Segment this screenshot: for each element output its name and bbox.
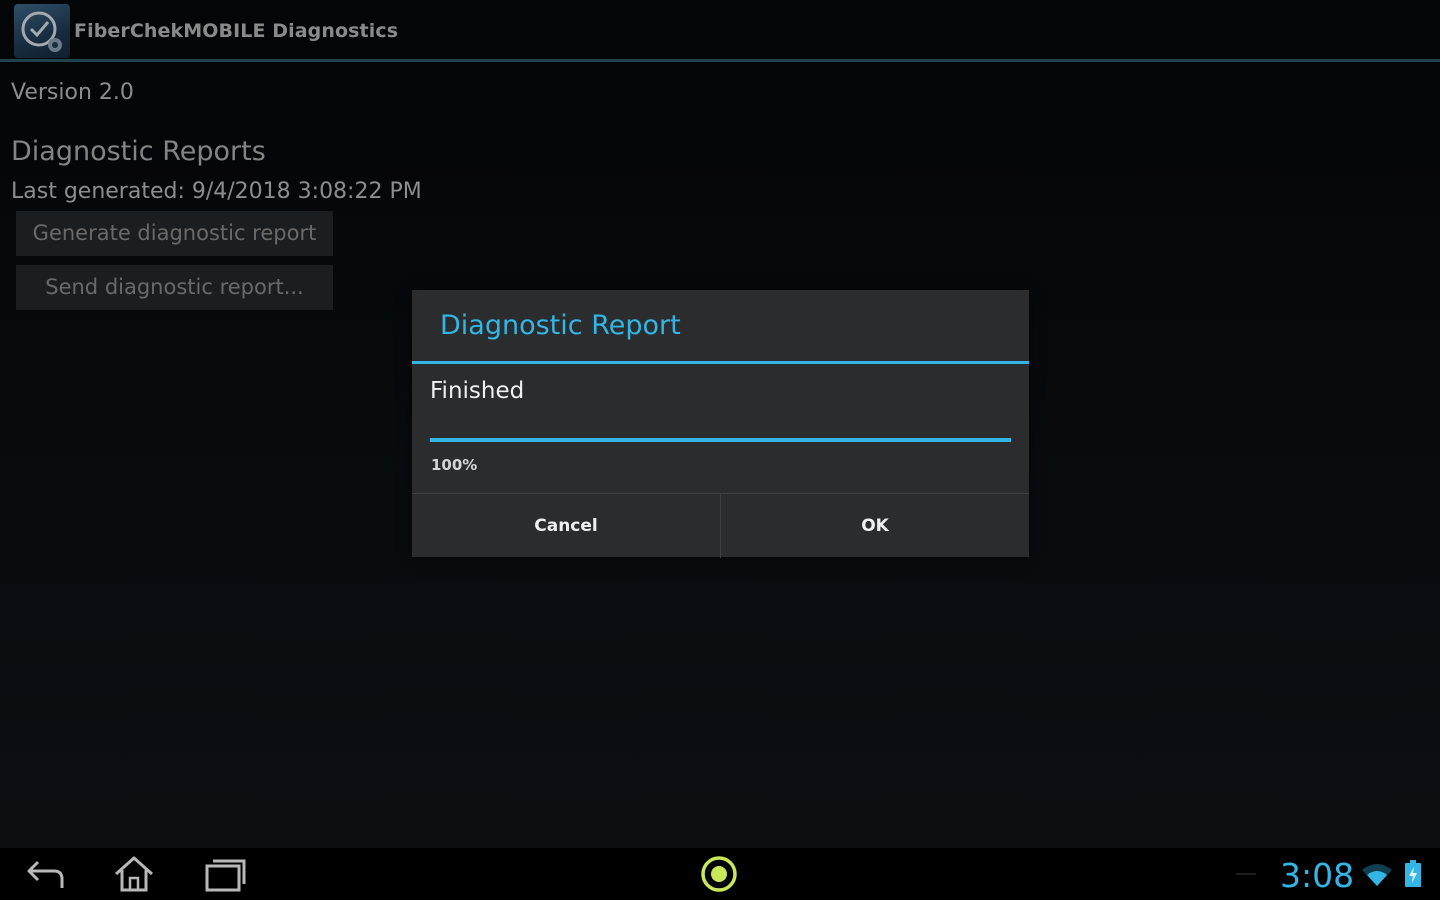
system-navigation-bar: 3:08 bbox=[0, 848, 1440, 900]
diagnostic-report-dialog: Diagnostic Report Finished 100% Cancel O… bbox=[412, 290, 1029, 558]
ok-button[interactable]: OK bbox=[720, 494, 1029, 558]
battery-icon bbox=[1404, 860, 1422, 888]
dialog-title-divider bbox=[412, 361, 1029, 364]
wifi-icon bbox=[1360, 862, 1394, 888]
cancel-button[interactable]: Cancel bbox=[412, 494, 720, 558]
progress-bar bbox=[430, 438, 1011, 442]
fiberchek-notification-icon[interactable] bbox=[697, 854, 741, 894]
clock[interactable]: 3:08 bbox=[1280, 856, 1354, 895]
notification-divider bbox=[1236, 873, 1256, 875]
progress-bar-fill bbox=[430, 438, 1011, 442]
back-icon[interactable] bbox=[24, 854, 68, 894]
dialog-message: Finished bbox=[430, 378, 525, 404]
dialog-title: Diagnostic Report bbox=[440, 310, 681, 341]
dialog-button-bar: Cancel OK bbox=[412, 493, 1029, 558]
home-icon[interactable] bbox=[112, 854, 156, 894]
recent-apps-icon[interactable] bbox=[203, 854, 247, 894]
progress-percent: 100% bbox=[431, 456, 478, 474]
